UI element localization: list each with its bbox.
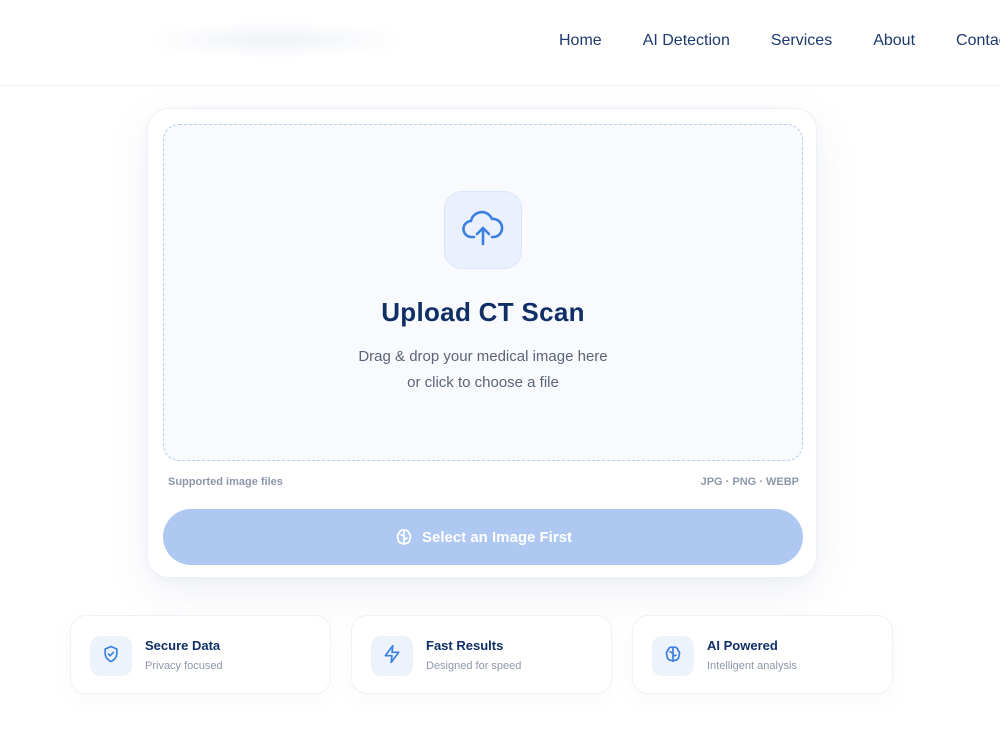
upload-icon-box	[444, 191, 522, 269]
feature-card-secure: Secure Data Privacy focused	[70, 615, 331, 694]
shield-check-icon	[101, 644, 121, 669]
nav-contact[interactable]: Contact	[956, 31, 1000, 51]
upload-card: Upload CT Scan Drag & drop your medical …	[147, 108, 817, 578]
nav-home[interactable]: Home	[559, 31, 602, 51]
feature-card-ai: AI Powered Intelligent analysis	[632, 615, 893, 694]
upload-title: Upload CT Scan	[381, 297, 585, 327]
feature-card-fast: Fast Results Designed for speed	[351, 615, 612, 694]
nav-services[interactable]: Services	[771, 31, 832, 51]
nav-ai-detection[interactable]: AI Detection	[643, 31, 730, 51]
main-nav: Home AI Detection Services About Contact	[559, 31, 1000, 51]
upload-dropzone[interactable]: Upload CT Scan Drag & drop your medical …	[163, 124, 803, 461]
supported-formats: JPG · PNG · WEBP	[700, 476, 799, 488]
cloud-upload-icon	[461, 208, 505, 253]
feature-title: Secure Data	[145, 638, 221, 653]
select-image-button[interactable]: Select an Image First	[163, 509, 803, 565]
lightning-icon	[382, 644, 402, 669]
feature-subtitle: Designed for speed	[426, 660, 522, 672]
upload-subtitle: Drag & drop your medical image here or c…	[164, 344, 802, 396]
upload-meta-row: Supported image files JPG · PNG · WEBP	[168, 476, 799, 488]
header: Home AI Detection Services About Contact	[0, 0, 1000, 86]
feature-title: Fast Results	[426, 638, 504, 653]
feature-title: AI Powered	[707, 638, 778, 653]
feature-icon-box	[371, 636, 413, 676]
select-image-label: Select an Image First	[421, 528, 573, 546]
feature-icon-box	[90, 636, 132, 676]
nav-about[interactable]: About	[873, 31, 915, 51]
upload-subtitle-line1: Drag & drop your medical image here	[358, 348, 608, 365]
supported-files-label: Supported image files	[168, 476, 283, 488]
brain-icon	[394, 527, 414, 547]
feature-icon-box	[652, 636, 694, 676]
brain-icon	[663, 644, 683, 669]
feature-subtitle: Privacy focused	[145, 660, 223, 672]
logo[interactable]	[150, 22, 400, 58]
feature-subtitle: Intelligent analysis	[707, 660, 797, 672]
upload-subtitle-line2: or click to choose a file	[407, 374, 559, 391]
